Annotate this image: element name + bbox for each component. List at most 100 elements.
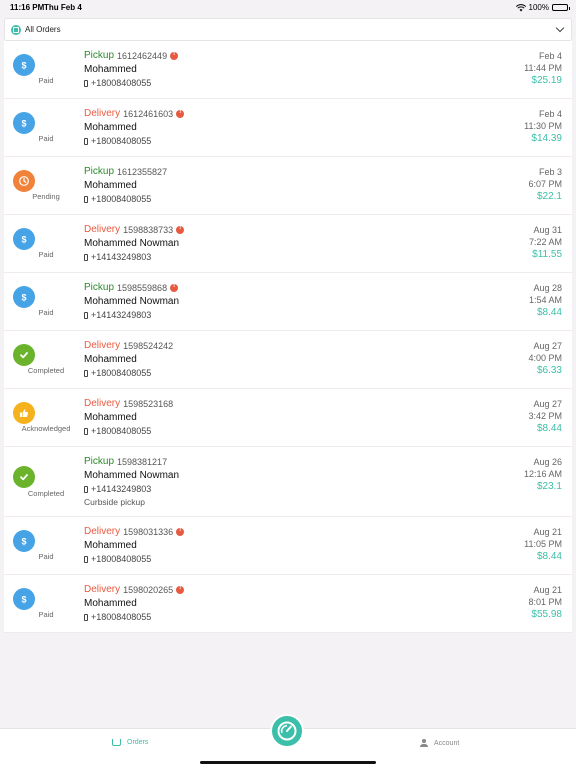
order-meta: Aug 21 11:05 PM $8.44 [524,526,562,563]
order-row[interactable]: $ Paid Delivery1612461603 Mohammed +18008408… [4,99,572,157]
order-date: Aug 27 [533,341,562,351]
filter-icon [11,24,21,35]
order-number: 1598020265 [123,584,174,595]
order-price: $6.33 [536,365,562,376]
customer-phone: +18008408055 [91,612,152,622]
thumbs-up-icon [13,402,35,424]
status-bar: 11:16 PM Thu Feb 4 100% [0,0,576,14]
status-label: Completed [27,489,65,498]
battery-icon [552,4,570,11]
order-date: Aug 28 [533,283,562,293]
order-status: $ Paid [4,575,84,632]
order-date: Feb 3 [538,167,562,177]
order-number: 1598381217 [117,456,168,467]
svg-text:$: $ [21,595,26,605]
order-status: $ Paid [4,273,84,330]
order-price: $14.39 [531,133,562,144]
phone-icon [84,555,88,563]
phone-icon [84,369,88,377]
order-row[interactable]: Acknowledged Delivery 1598523168 Mohammed +1… [4,389,572,447]
order-info: Pickup1612462449 Mohammed +18008408055 [84,50,179,88]
svg-text:$: $ [21,235,26,245]
order-status: Completed [4,331,84,388]
customer-name: Mohammed [84,122,137,133]
order-time: 7:22 AM [528,237,562,247]
customer-name: Mohammed [84,412,137,423]
svg-text:$: $ [21,537,26,547]
customer-name: Mohammed [84,354,137,365]
order-meta: Aug 31 7:22 AM $11.55 [529,224,562,261]
dashboard-button[interactable] [270,714,304,748]
order-type: Pickup [84,456,115,467]
alert-icon [176,527,185,536]
order-price: $8.44 [536,423,562,434]
order-meta: Aug 28 1:54 AM $8.44 [529,282,562,319]
order-filter-dropdown[interactable]: All Orders [4,18,572,41]
customer-name: Mohammed [84,64,137,75]
tab-account-label: Account [434,739,460,747]
order-price: $22.1 [536,191,562,202]
tab-orders[interactable]: Orders [112,739,148,746]
customer-name: Mohammed [84,180,137,191]
speedometer-icon [277,721,297,741]
order-time: 8:01 PM [528,597,562,607]
order-row[interactable]: Completed Delivery 1598524242 Mohammed +1800… [4,331,572,389]
order-row[interactable]: $ Paid Pickup1612462449 Mohammed +1800840805… [4,41,572,99]
order-number: 1612355827 [117,166,168,177]
order-type: Pickup [84,282,115,293]
order-meta: Aug 21 8:01 PM $55.98 [528,584,562,621]
order-price: $23.1 [536,481,562,492]
svg-text:$: $ [21,119,26,129]
order-date: Feb 4 [538,51,562,61]
phone-icon [84,311,88,319]
cart-icon [112,739,121,746]
order-row[interactable]: $ Paid Delivery1598031336 Mohammed +18008408… [4,517,572,575]
filter-label: All Orders [25,25,61,34]
order-date: Aug 21 [533,527,562,537]
order-meta: Feb 4 11:44 PM $25.19 [524,50,562,87]
phone-icon [84,137,88,145]
customer-phone: +14143249803 [91,484,152,494]
order-status: $ Paid [4,215,84,272]
phone-icon [84,253,88,261]
order-row[interactable]: $ Paid Pickup1598559868 Mohammed Nowman +141… [4,273,572,331]
tab-account[interactable]: Account [420,739,459,747]
battery-percent: 100% [528,3,549,12]
account-icon [420,739,428,747]
customer-phone: +14143249803 [91,252,152,262]
order-row[interactable]: $ Paid Delivery1598838733 Mohammed Nowman +1… [4,215,572,273]
status-label: Paid [38,552,54,561]
dollar-icon: $ [13,112,35,134]
order-row[interactable]: Completed Pickup 1598381217 Mohammed Nowman… [4,447,572,517]
order-time: 12:16 AM [523,469,562,479]
dollar-icon: $ [13,530,35,552]
phone-icon [84,485,88,493]
dollar-icon: $ [13,54,35,76]
order-time: 4:00 PM [528,353,562,363]
order-info: Pickup 1612355827 Mohammed +18008408055 [84,166,167,204]
status-label: Pending [32,192,60,201]
order-meta: Aug 26 12:16 AM $23.1 [524,456,562,493]
order-number: 1612461603 [123,108,174,119]
order-time: 11:05 PM [524,539,562,549]
customer-name: Mohammed [84,598,137,609]
customer-phone: +18008408055 [91,368,152,378]
order-number: 1598524242 [123,340,174,351]
order-row[interactable]: Pending Pickup 1612355827 Mohammed +18008408… [4,157,572,215]
order-info: Delivery1598838733 Mohammed Nowman +141432… [84,224,185,262]
customer-name: Mohammed Nowman [84,296,180,307]
order-info: Delivery1612461603 Mohammed +18008408055 [84,108,185,146]
order-time: 1:54 AM [528,295,562,305]
alert-icon [170,51,179,60]
order-row[interactable]: $ Paid Delivery1598020265 Mohammed +18008408… [4,575,572,633]
order-note: Curbside pickup [84,497,145,507]
order-info: Pickup 1598381217 Mohammed Nowman +14143249… [84,456,179,507]
alert-icon [176,585,185,594]
order-info: Delivery1598020265 Mohammed +18008408055 [84,584,185,622]
status-label: Paid [38,76,54,85]
status-label: Acknowledged [21,424,71,433]
alert-icon [176,109,185,118]
order-price: $11.55 [532,249,562,260]
status-label: Paid [38,134,54,143]
order-status: $ Paid [4,517,84,574]
